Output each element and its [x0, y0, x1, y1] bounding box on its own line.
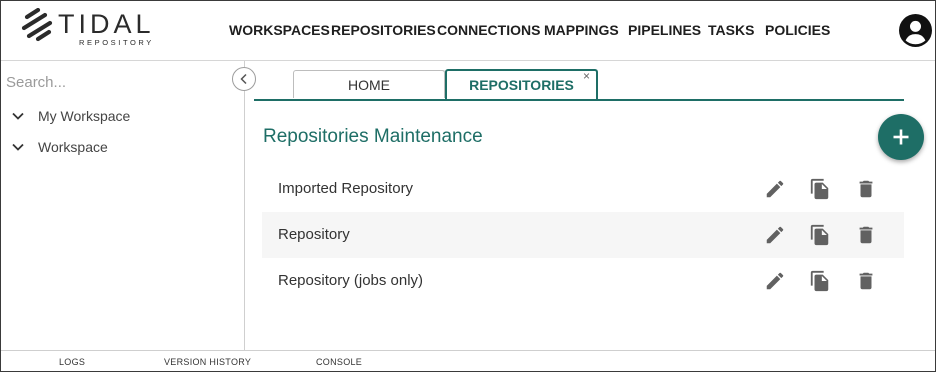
footer-console[interactable]: CONSOLE — [316, 357, 362, 367]
edit-icon[interactable] — [764, 270, 786, 292]
nav-pipelines[interactable]: PIPELINES — [628, 22, 701, 38]
footer-logs[interactable]: LOGS — [59, 357, 85, 367]
brand-subtitle: REPOSITORY — [79, 38, 154, 47]
edit-icon[interactable] — [764, 178, 786, 200]
edit-icon[interactable] — [764, 224, 786, 246]
tab-repositories[interactable]: REPOSITORIES × — [445, 69, 598, 100]
chevron-down-icon — [12, 143, 24, 151]
tab-home[interactable]: HOME — [293, 70, 445, 98]
delete-icon[interactable] — [855, 178, 877, 200]
nav-policies[interactable]: POLICIES — [765, 22, 830, 38]
nav-repositories[interactable]: REPOSITORIES — [331, 22, 436, 38]
bottom-bar: LOGS VERSION HISTORY CONSOLE — [1, 350, 935, 371]
repository-name: Repository — [278, 226, 350, 243]
sidebar: My Workspace Workspace — [1, 61, 245, 350]
app-window: TIDAL REPOSITORY WORKSPACES REPOSITORIES… — [0, 0, 936, 372]
tab-underline — [254, 99, 904, 101]
close-tab-icon[interactable]: × — [583, 62, 590, 90]
list-item[interactable]: Imported Repository — [262, 166, 904, 212]
account-avatar-icon[interactable] — [899, 14, 932, 47]
sidebar-search-input[interactable] — [6, 71, 206, 93]
tab-bar: HOME REPOSITORIES × — [254, 69, 904, 101]
tab-label: REPOSITORIES — [469, 77, 574, 93]
tree-item-label: My Workspace — [38, 108, 131, 124]
repository-list: Imported Repository Repository Repositor… — [262, 166, 904, 304]
copy-icon[interactable] — [809, 224, 831, 246]
top-header: TIDAL REPOSITORY WORKSPACES REPOSITORIES… — [1, 1, 935, 61]
collapse-sidebar-button[interactable] — [232, 67, 256, 91]
copy-icon[interactable] — [809, 270, 831, 292]
repository-name: Imported Repository — [278, 180, 414, 197]
list-item[interactable]: Repository (jobs only) — [262, 258, 904, 304]
nav-connections[interactable]: CONNECTIONS — [437, 22, 540, 38]
delete-icon[interactable] — [855, 270, 877, 292]
brand-logo[interactable]: TIDAL REPOSITORY — [21, 8, 171, 52]
delete-icon[interactable] — [855, 224, 877, 246]
add-repository-button[interactable] — [878, 114, 924, 160]
nav-mappings[interactable]: MAPPINGS — [544, 22, 619, 38]
list-item[interactable]: Repository — [262, 212, 904, 258]
footer-version-history[interactable]: VERSION HISTORY — [164, 357, 251, 367]
plus-icon — [893, 129, 909, 145]
nav-tasks[interactable]: TASKS — [708, 22, 754, 38]
tidal-logo-icon — [21, 8, 53, 42]
chevron-left-icon — [240, 73, 247, 85]
brand-name: TIDAL — [58, 9, 155, 39]
page-title: Repositories Maintenance — [263, 126, 483, 147]
nav-workspaces[interactable]: WORKSPACES — [229, 22, 330, 38]
tree-item-label: Workspace — [38, 139, 108, 155]
chevron-down-icon — [12, 112, 24, 120]
copy-icon[interactable] — [809, 178, 831, 200]
repository-name: Repository (jobs only) — [278, 272, 424, 289]
